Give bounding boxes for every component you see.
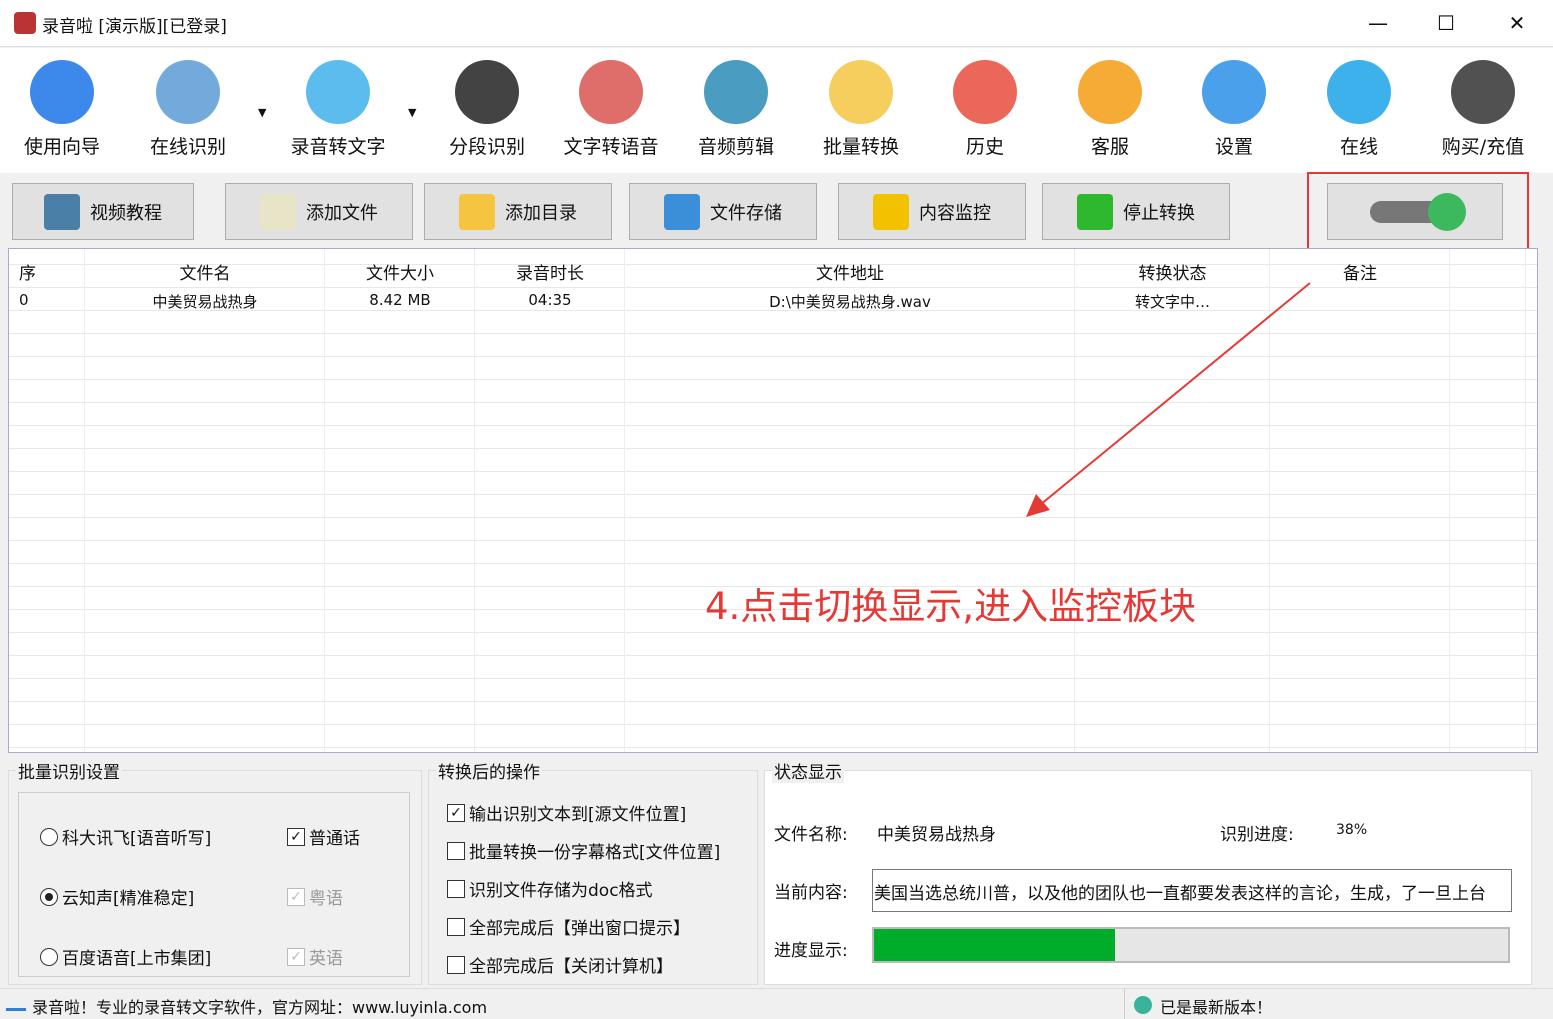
checkbox-icon[interactable]: ✓ [287, 947, 305, 966]
content-label: 当前内容: [774, 883, 848, 903]
checkbox-label: 粤语 [309, 889, 343, 909]
batch-settings-title: 批量识别设置 [16, 758, 122, 783]
language-checkbox[interactable]: ✓ 粤语 [287, 884, 343, 909]
checkbox-icon[interactable] [447, 879, 465, 898]
language-checkbox[interactable]: ✓ 普通话 [287, 824, 360, 849]
after-action-checkbox[interactable]: 批量转换一份字幕格式[文件位置] [447, 838, 720, 863]
progress-bar [872, 927, 1510, 963]
after-actions-title: 转换后的操作 [436, 758, 542, 783]
engine-radio[interactable]: 百度语音[上市集团] [40, 944, 211, 969]
engine-radio[interactable]: 科大讯飞[语音听写] [40, 824, 211, 849]
after-action-checkbox[interactable]: 识别文件存储为doc格式 [447, 876, 653, 901]
radio-icon[interactable] [40, 827, 58, 846]
checkbox-label: 全部完成后【弹出窗口提示】 [469, 919, 690, 939]
checkbox-icon[interactable] [447, 917, 465, 936]
bar-chart-icon [6, 997, 26, 1011]
after-action-checkbox[interactable]: 全部完成后【关闭计算机】 [447, 952, 673, 977]
file-name-value: 中美贸易战热身 [877, 825, 996, 845]
progress-label: 识别进度: [1220, 825, 1294, 845]
checkbox-icon[interactable] [447, 955, 465, 974]
checkbox-label: 普通话 [309, 829, 360, 849]
checkbox-icon[interactable] [447, 841, 465, 860]
radio-label: 百度语音[上市集团] [62, 949, 212, 969]
file-name-label: 文件名称: [774, 825, 848, 845]
checkbox-icon[interactable]: ✓ [447, 803, 465, 822]
language-checkbox[interactable]: ✓ 英语 [287, 944, 343, 969]
progress-bar-label: 进度显示: [774, 941, 848, 961]
radio-label: 科大讯飞[语音听写] [62, 829, 212, 849]
checkbox-label: 识别文件存储为doc格式 [469, 881, 653, 901]
status-right-text: 已是最新版本！ [1160, 998, 1273, 1017]
progress-value: 38% [1336, 822, 1368, 838]
status-bar: 录音啦！专业的录音转文字软件，官方网址：www.luyinla.com 已是最新… [0, 988, 1553, 1019]
radio-icon[interactable] [40, 947, 58, 966]
annotation-text: 4.点击切换显示,进入监控板块 [705, 585, 1197, 628]
cloud-check-icon [1134, 996, 1152, 1014]
after-action-checkbox[interactable]: ✓ 输出识别文本到[源文件位置] [447, 800, 686, 825]
checkbox-label: 批量转换一份字幕格式[文件位置] [469, 843, 721, 863]
radio-icon[interactable] [40, 887, 58, 906]
engine-radio[interactable]: 云知声[精准稳定] [40, 884, 194, 909]
checkbox-icon[interactable]: ✓ [287, 887, 305, 906]
status-title: 状态显示 [772, 758, 844, 783]
current-content-field[interactable]: 美国当选总统川普，以及他的团队也一直都要发表这样的言论，生成，了一旦上台 [872, 869, 1512, 912]
after-action-checkbox[interactable]: 全部完成后【弹出窗口提示】 [447, 914, 690, 939]
status-left-text: 录音啦！专业的录音转文字软件，官方网址：www.luyinla.com [32, 998, 488, 1017]
progress-bar-fill [874, 929, 1115, 961]
checkbox-label: 全部完成后【关闭计算机】 [469, 957, 673, 977]
checkbox-icon[interactable]: ✓ [287, 827, 305, 846]
checkbox-label: 输出识别文本到[源文件位置] [469, 805, 687, 825]
radio-label: 云知声[精准稳定] [62, 889, 195, 909]
checkbox-label: 英语 [309, 949, 343, 969]
